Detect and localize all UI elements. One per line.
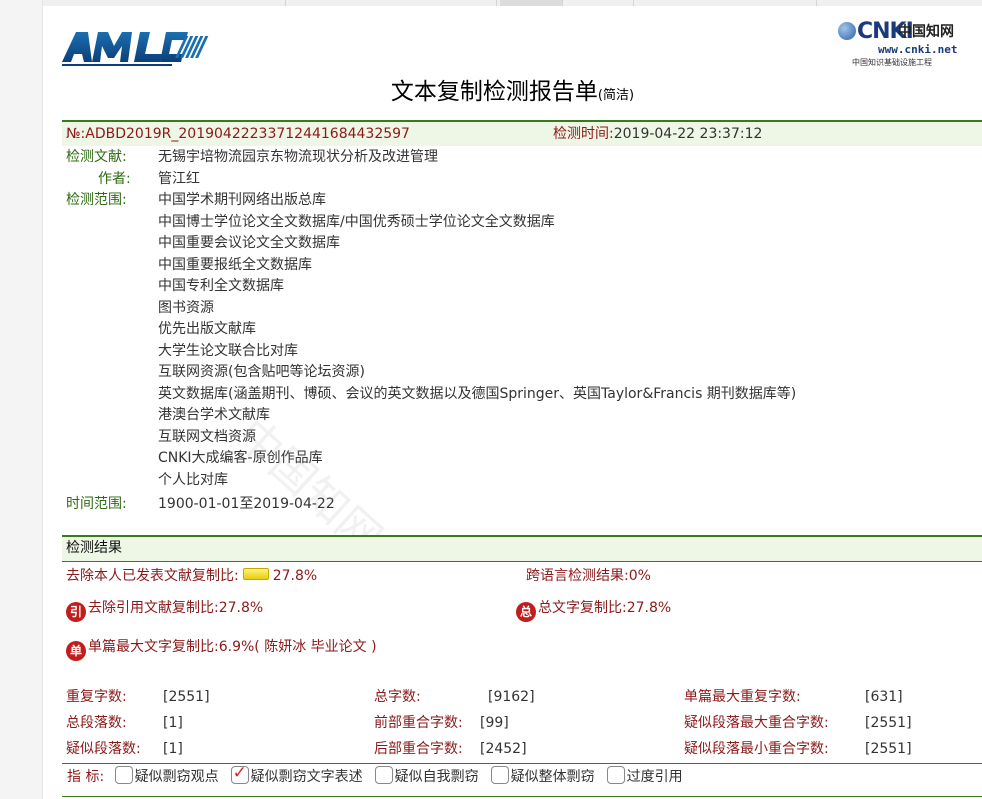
author-label: 作者: [98, 171, 131, 187]
indicator-option-label: 疑似剽窃观点 [134, 769, 219, 785]
indicator-option[interactable]: 过度引用 [601, 766, 683, 785]
front-overlap-label: 前部重合字数: [374, 715, 463, 731]
checkbox-empty-icon[interactable] [606, 766, 625, 784]
cnki-logo-subtitle: 中国知识基础设施工程 [852, 58, 932, 67]
checkbox-empty-icon[interactable] [114, 766, 133, 784]
author-value: 管江红 [158, 171, 200, 187]
cite-excluded-ratio: 引去除引用文献复制比:27.8% [66, 597, 263, 622]
indicators-row: 指 标: 疑似剽窃观点 ✓ 疑似剽窃文字表述 疑似自我剽窃 疑似整体剽窃 过度引用 [67, 763, 689, 786]
report-page: CNKI 中国知网 www.cnki.net 中国知识基础设施工程 文本复制检测… [43, 6, 982, 799]
cite-badge-icon: 引 [66, 602, 86, 622]
total-paras-value: [1] [163, 715, 183, 731]
result-divider-sub [62, 561, 982, 562]
susp-paras-label: 疑似段落数: [66, 741, 141, 757]
single-badge-icon: 单 [66, 641, 86, 661]
scope-item: 大学生论文联合比对库 [158, 342, 298, 359]
detect-time-label: 检测时间: [553, 126, 614, 142]
checkmark-icon: ✓ [232, 763, 247, 783]
front-overlap-value: [99] [480, 715, 509, 731]
doc-label: 检测文献: [66, 149, 127, 165]
indicator-option-label: 疑似剽窃文字表述 [250, 769, 363, 785]
susp-min-value: [2551] [865, 741, 912, 757]
self-excluded-label: 去除本人已发表文献复制比: [66, 568, 239, 584]
susp-min-label: 疑似段落最小重合字数: [684, 741, 829, 757]
checkbox-empty-icon[interactable] [490, 766, 509, 784]
report-number: №:ADBD2019R_20190422233712441684432597 [66, 126, 410, 142]
back-overlap-value: [2452] [480, 741, 527, 757]
scope-item: 中国学术期刊网络出版总库 [158, 192, 326, 208]
scope-item: 优先出版文献库 [158, 321, 256, 337]
result-header-band [62, 537, 982, 561]
checkbox-empty-icon[interactable] [374, 766, 393, 784]
cross-language-value: 0% [628, 568, 651, 584]
cite-excluded-value: 27.8% [218, 600, 264, 616]
range-label: 时间范围: [66, 496, 127, 512]
total-paras-label: 总段落数: [66, 715, 127, 731]
bottom-divider [62, 796, 982, 797]
susp-paras-value: [1] [163, 741, 183, 757]
back-overlap-label: 后部重合字数: [374, 741, 463, 757]
doc-title: 无锡宇培物流园京东物流现状分析及改进管理 [158, 149, 438, 165]
page-title: 文本复制检测报告单(简洁) [43, 72, 982, 106]
total-badge-icon: 总 [516, 602, 536, 622]
scope-item: 中国博士学位论文全文数据库/中国优秀硕士学位论文全文数据库 [158, 213, 555, 230]
single-max-value: 6.9% [218, 639, 255, 655]
scope-item: 中国重要报纸全文数据库 [158, 256, 312, 273]
checkbox-checked-icon[interactable]: ✓ [230, 763, 249, 784]
susp-max-value: [2551] [865, 715, 912, 731]
single-max-source[interactable]: ( 陈妍冰 毕业论文 ) [254, 639, 376, 655]
indicator-option[interactable]: 疑似整体剽窃 [485, 766, 595, 785]
page-title-main: 文本复制检测报告单 [390, 79, 598, 105]
indicator-option-label: 疑似自我剽窃 [394, 769, 479, 785]
cross-language-result: 跨语言检测结果:0% [526, 566, 651, 587]
page-title-sub: (简洁) [597, 88, 635, 103]
total-chars-label: 总字数: [374, 689, 421, 705]
scope-item: 图书资源 [158, 299, 214, 316]
self-excluded-ratio: 去除本人已发表文献复制比: 27.8% [66, 566, 317, 587]
cnki-logo-chinese: 中国知网 [898, 24, 954, 40]
self-excluded-value: 27.8% [272, 568, 318, 584]
total-ratio-value: 27.8% [626, 600, 672, 616]
result-header: 检测结果 [66, 540, 122, 556]
single-max-label: 单篇最大文字复制比: [88, 639, 219, 655]
scope-label: 检测范围: [66, 192, 127, 208]
total-chars-value: [9162] [488, 689, 535, 705]
dup-chars-label: 重复字数: [66, 689, 127, 705]
ratio-bar-icon [242, 568, 269, 580]
scope-item: 英文数据库(涵盖期刊、博硕、会议的英文数据以及德国Springer、英国Tayl… [158, 385, 797, 402]
total-ratio: 总总文字复制比:27.8% [516, 597, 671, 622]
indicator-option[interactable]: 疑似剽窃观点 [109, 766, 219, 785]
scope-item: 互联网资源(包含贴吧等论坛资源) [158, 364, 365, 380]
cite-excluded-label: 去除引用文献复制比: [88, 600, 219, 616]
cnki-globe-icon [838, 22, 856, 40]
cnki-logo-url: www.cnki.net [878, 43, 958, 56]
indicator-option[interactable]: ✓ 疑似剽窃文字表述 [225, 763, 363, 785]
amlc-logo-graphic [62, 32, 209, 66]
total-ratio-label: 总文字复制比: [538, 600, 627, 616]
single-max-chars-label: 单篇最大重复字数: [684, 689, 801, 705]
indicator-option[interactable]: 疑似自我剽窃 [369, 766, 479, 785]
scope-item: 中国重要会议论文全文数据库 [158, 235, 340, 251]
susp-max-label: 疑似段落最大重合字数: [684, 715, 829, 731]
dup-chars-value: [2551] [163, 689, 210, 705]
single-max-chars-value: [631] [865, 689, 903, 705]
indicators-label: 指 标: [67, 769, 105, 785]
indicator-option-label: 过度引用 [626, 769, 683, 785]
left-gutter [0, 0, 43, 799]
amlc-logo [62, 26, 218, 68]
single-max-ratio: 单单篇最大文字复制比:6.9%( 陈妍冰 毕业论文 ) [66, 636, 377, 661]
detect-time-value: 2019-04-22 23:37:12 [613, 126, 763, 142]
scope-item: 中国专利全文数据库 [158, 278, 284, 294]
detect-time: 检测时间:2019-04-22 23:37:12 [553, 124, 762, 145]
indicators-divider [62, 763, 982, 764]
cross-language-label: 跨语言检测结果: [526, 568, 629, 584]
indicator-option-label: 疑似整体剽窃 [510, 769, 595, 785]
cnki-logo: CNKI 中国知网 www.cnki.net 中国知识基础设施工程 [838, 14, 982, 68]
